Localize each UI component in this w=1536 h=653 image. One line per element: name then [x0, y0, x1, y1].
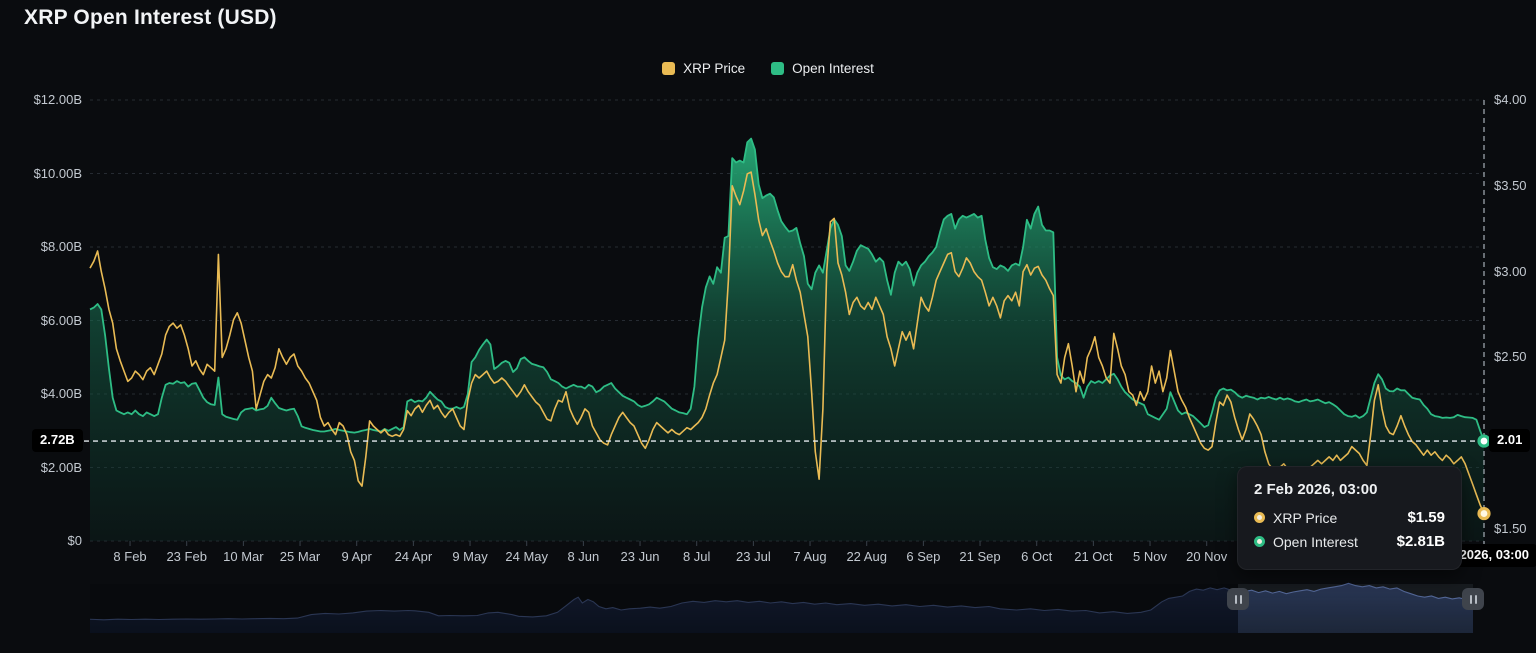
y-axis-label-left: $12.00B	[0, 92, 82, 107]
tooltip-label-xrp-price: XRP Price	[1273, 510, 1399, 526]
y-axis-label-right: $3.50	[1494, 178, 1527, 193]
crosshair-price-badge: 2.01	[1489, 429, 1530, 452]
y-axis-label-left: $8.00B	[0, 239, 82, 254]
y-axis-label-left: $6.00B	[0, 313, 82, 328]
xrp-price-dot-icon	[1254, 512, 1265, 523]
open-interest-dot-icon	[1254, 536, 1265, 547]
tooltip-row-open-interest: Open Interest $2.81B	[1254, 533, 1445, 550]
chart-tooltip: 2 Feb 2026, 03:00 XRP Price $1.59 Open I…	[1237, 466, 1462, 570]
y-axis-label-left: $10.00B	[0, 166, 82, 181]
x-axis-label: 20 Nov	[1173, 549, 1241, 564]
navigator-left-handle[interactable]	[1227, 588, 1249, 610]
y-axis-label-right: $2.50	[1494, 349, 1527, 364]
tooltip-value-xrp-price: $1.59	[1407, 509, 1445, 526]
xrp-open-interest-chart: XRP Open Interest (USD) XRP Price Open I…	[0, 0, 1536, 653]
crosshair-open-interest-badge: 2.72B	[32, 429, 83, 452]
tooltip-timestamp: 2 Feb 2026, 03:00	[1254, 481, 1445, 498]
y-axis-label-right: $1.50	[1494, 521, 1527, 536]
navigator-selected-window[interactable]	[1238, 584, 1473, 633]
tooltip-value-open-interest: $2.81B	[1397, 533, 1445, 550]
y-axis-label-left: $2.00B	[0, 460, 82, 475]
y-axis-label-left: $4.00B	[0, 386, 82, 401]
navigator-right-handle[interactable]	[1462, 588, 1484, 610]
tooltip-row-xrp-price: XRP Price $1.59	[1254, 509, 1445, 526]
tooltip-label-open-interest: Open Interest	[1273, 534, 1389, 550]
y-axis-label-right: $3.00	[1494, 264, 1527, 279]
y-axis-label-left: $0	[0, 533, 82, 548]
y-axis-label-right: $4.00	[1494, 92, 1527, 107]
